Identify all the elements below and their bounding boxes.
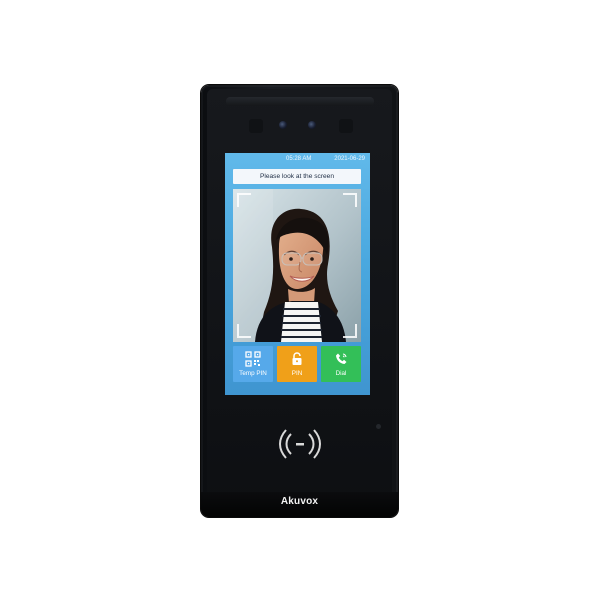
temp-pin-button[interactable]: Temp PIN xyxy=(233,346,273,382)
door-station-device: 05:28 AM 2021-06-29 Please look at the s… xyxy=(201,85,398,517)
status-bar: 05:28 AM 2021-06-29 xyxy=(225,153,370,165)
camera-lens-right-icon xyxy=(308,121,316,129)
top-sensor-strip xyxy=(226,97,374,106)
status-light xyxy=(376,424,381,429)
sensor-window-right xyxy=(339,119,353,133)
pin-label: PIN xyxy=(291,370,303,377)
face-frame-corner-bottom-right xyxy=(343,324,357,338)
face-frame-corner-top-right xyxy=(343,193,357,207)
face-frame-corner-bottom-left xyxy=(237,324,251,338)
camera-lens-left-icon xyxy=(279,121,287,129)
contactless-icon xyxy=(279,429,321,459)
dial-label: Dial xyxy=(335,370,347,377)
phone-icon xyxy=(336,353,347,364)
status-time: 05:28 AM xyxy=(286,156,312,162)
access-actions: Temp PIN PIN Dial xyxy=(233,346,361,382)
face-frame-corner-top-left xyxy=(237,193,251,207)
product-image: 05:28 AM 2021-06-29 Please look at the s… xyxy=(0,0,600,600)
qr-code-icon xyxy=(245,351,261,367)
camera-preview xyxy=(233,189,361,342)
dial-button[interactable]: Dial xyxy=(321,346,361,382)
brand-logo: Akuvox xyxy=(280,496,319,507)
sensor-window-left xyxy=(249,119,263,133)
temp-pin-label: Temp PIN xyxy=(239,370,267,377)
face-preview-image xyxy=(233,189,361,342)
device-touchscreen: 05:28 AM 2021-06-29 Please look at the s… xyxy=(225,153,370,395)
face-recognition-prompt: Please look at the screen xyxy=(233,169,361,184)
status-date: 2021-06-29 xyxy=(334,156,365,162)
pin-button[interactable]: PIN xyxy=(277,346,317,382)
lock-icon xyxy=(292,352,302,365)
